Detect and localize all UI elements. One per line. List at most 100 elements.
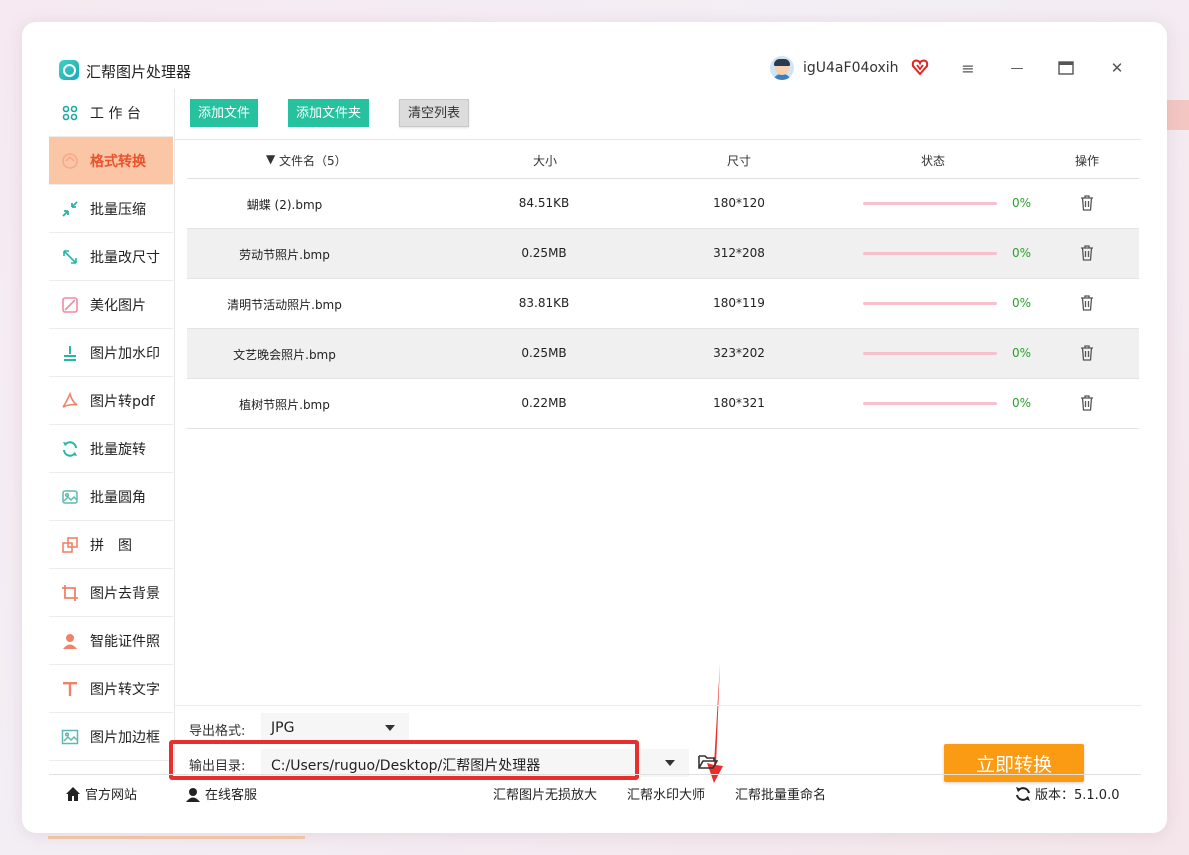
file-name: 劳动节照片.bmp xyxy=(239,248,330,262)
table-header: ▼ 文件名（5） 大小 尺寸 状态 操作 xyxy=(187,140,1139,179)
round-corner-icon xyxy=(59,486,81,508)
sidebar-item-format-convert[interactable]: 格式转换 xyxy=(49,137,173,185)
folder-open-icon[interactable] xyxy=(698,753,718,771)
progress-bar xyxy=(863,202,997,205)
sidebar-item-rotate[interactable]: 批量旋转 xyxy=(49,425,173,473)
grid-icon xyxy=(59,102,81,124)
pdf-icon xyxy=(59,390,81,412)
footer-link-upscale[interactable]: 汇帮图片无损放大 xyxy=(493,784,597,803)
sidebar-item-remove-bg[interactable]: 图片去背景 xyxy=(49,569,173,617)
trash-icon[interactable] xyxy=(1080,345,1094,361)
trash-icon[interactable] xyxy=(1080,295,1094,311)
version-info[interactable]: 版本：5.1.0.0 xyxy=(1015,784,1119,803)
official-website-link[interactable]: 官方网站 xyxy=(65,784,137,803)
add-file-button[interactable]: 添加文件 xyxy=(190,99,259,127)
rotate-icon xyxy=(59,438,81,460)
export-format-select[interactable]: JPG xyxy=(261,713,409,743)
sidebar-item-label: 格式转换 xyxy=(90,153,146,170)
person-icon xyxy=(59,630,81,652)
sidebar-item-label: 工 作 台 xyxy=(90,105,141,122)
sidebar-item-label: 图片加水印 xyxy=(90,345,160,362)
resize-icon xyxy=(59,246,81,268)
sidebar-item-resize[interactable]: 批量改尺寸 xyxy=(49,233,173,281)
sidebar-item-puzzle[interactable]: 拼 图 xyxy=(49,521,173,569)
table-row[interactable]: 劳动节照片.bmp 0.25MB 312*208 0% xyxy=(187,229,1139,279)
sidebar-item-label: 图片去背景 xyxy=(90,585,160,602)
headset-icon xyxy=(185,786,201,802)
watermark-icon xyxy=(59,342,81,364)
puzzle-icon xyxy=(59,534,81,556)
file-size: 0.25MB xyxy=(521,346,567,360)
chevron-down-icon xyxy=(385,725,395,731)
progress-percent: 0% xyxy=(1012,196,1032,210)
progress-percent: 0% xyxy=(1012,396,1032,410)
title-bar: 汇帮图片处理器 igU4aF04oxih ≡ — ✕ xyxy=(49,47,1141,89)
close-button[interactable]: ✕ xyxy=(1104,56,1130,80)
compress-icon xyxy=(59,198,81,220)
table-row[interactable]: 植树节照片.bmp 0.22MB 180*321 0% xyxy=(187,379,1139,429)
maximize-button[interactable] xyxy=(1053,56,1079,80)
sidebar-item-workbench[interactable]: 工 作 台 xyxy=(49,89,173,137)
vip-heart-icon[interactable] xyxy=(911,58,929,76)
sidebar-item-label: 美化图片 xyxy=(90,297,146,314)
progress-bar xyxy=(863,302,997,305)
column-header-action: 操作 xyxy=(1075,154,1100,168)
file-dims: 180*120 xyxy=(713,196,765,210)
username[interactable]: igU4aF04oxih xyxy=(803,60,899,76)
table-row[interactable]: 清明节活动照片.bmp 83.81KB 180*119 0% xyxy=(187,279,1139,329)
file-size: 83.81KB xyxy=(518,296,570,310)
progress-bar xyxy=(863,252,997,255)
frame-icon xyxy=(59,726,81,748)
app-logo-icon xyxy=(59,60,79,80)
column-header-name[interactable]: 文件名（5） xyxy=(279,152,347,169)
sidebar-item-label: 图片转文字 xyxy=(90,681,160,698)
menu-icon[interactable]: ≡ xyxy=(955,56,981,80)
trash-icon[interactable] xyxy=(1080,245,1094,261)
file-name: 清明节活动照片.bmp xyxy=(227,298,342,312)
sort-arrow-icon[interactable]: ▼ xyxy=(266,152,275,166)
sidebar-item-to-pdf[interactable]: 图片转pdf xyxy=(49,377,173,425)
minimize-button[interactable]: — xyxy=(1004,56,1030,80)
trash-icon[interactable] xyxy=(1080,195,1094,211)
footer-link-watermark[interactable]: 汇帮水印大师 xyxy=(627,784,705,803)
avatar[interactable] xyxy=(770,56,794,80)
sidebar-item-compress[interactable]: 批量压缩 xyxy=(49,185,173,233)
chevron-down-icon[interactable] xyxy=(665,760,675,766)
sidebar-item-watermark[interactable]: 图片加水印 xyxy=(49,329,173,377)
app-window: 汇帮图片处理器 igU4aF04oxih ≡ — ✕ 工 作 台 格式转换 批量… xyxy=(22,22,1167,833)
sidebar-item-round-corner[interactable]: 批量圆角 xyxy=(49,473,173,521)
add-folder-button[interactable]: 添加文件夹 xyxy=(288,99,370,127)
sidebar-item-id-photo[interactable]: 智能证件照 xyxy=(49,617,173,665)
trash-icon[interactable] xyxy=(1080,395,1094,411)
version-label: 版本：5.1.0.0 xyxy=(1035,788,1120,803)
text-icon xyxy=(59,678,81,700)
sidebar-item-label: 批量压缩 xyxy=(90,201,146,218)
official-website-label: 官方网站 xyxy=(85,788,138,803)
sidebar-item-to-text[interactable]: 图片转文字 xyxy=(49,665,173,713)
clear-list-button[interactable]: 清空列表 xyxy=(399,99,470,127)
export-format-value: JPG xyxy=(271,720,295,736)
online-service-link[interactable]: 在线客服 xyxy=(185,784,257,803)
footer-link-rename[interactable]: 汇帮批量重命名 xyxy=(735,784,826,803)
sidebar-item-frame[interactable]: 图片加边框 xyxy=(49,713,173,761)
file-dims: 180*321 xyxy=(713,396,765,410)
table-row[interactable]: 蝴蝶 (2).bmp 84.51KB 180*120 0% xyxy=(187,179,1139,229)
progress-percent: 0% xyxy=(1012,346,1032,360)
file-dims: 312*208 xyxy=(713,246,765,260)
progress-percent: 0% xyxy=(1012,246,1032,260)
file-size: 84.51KB xyxy=(518,196,570,210)
sidebar-item-beautify[interactable]: 美化图片 xyxy=(49,281,173,329)
beautify-icon xyxy=(59,294,81,316)
file-name: 文艺晚会照片.bmp xyxy=(233,348,336,362)
column-header-size: 大小 xyxy=(533,154,558,168)
app-content: 汇帮图片处理器 igU4aF04oxih ≡ — ✕ 工 作 台 格式转换 批量… xyxy=(49,47,1141,807)
sidebar-item-label: 拼 图 xyxy=(90,537,132,554)
progress-percent: 0% xyxy=(1012,296,1032,310)
divider xyxy=(175,705,1141,706)
main-panel: 添加文件 添加文件夹 清空列表 ▼ 文件名（5） 大小 尺寸 状态 操作 蝴蝶 … xyxy=(169,89,1141,783)
file-dims: 323*202 xyxy=(713,346,765,360)
app-title: 汇帮图片处理器 xyxy=(86,63,192,81)
column-header-status: 状态 xyxy=(921,154,946,168)
column-header-dims: 尺寸 xyxy=(727,154,752,168)
table-row[interactable]: 文艺晚会照片.bmp 0.25MB 323*202 0% xyxy=(187,329,1139,379)
